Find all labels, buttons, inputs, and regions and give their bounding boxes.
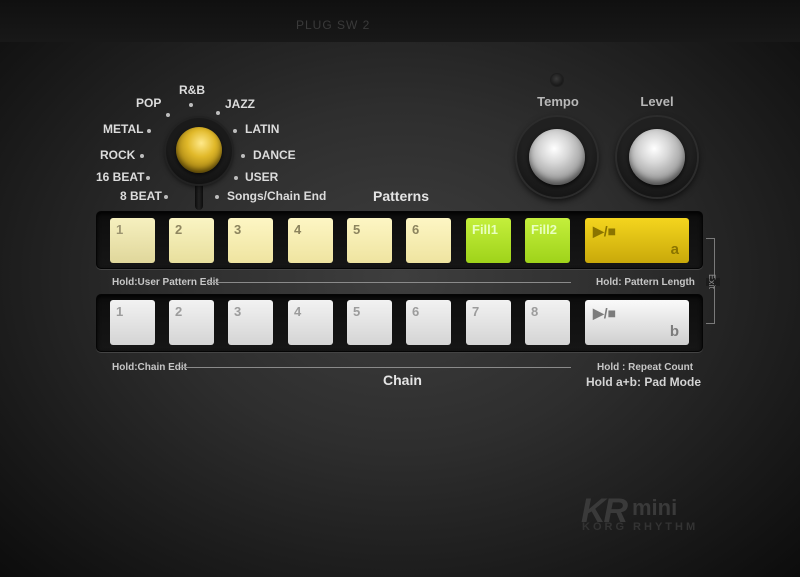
play-stop-icon: ▶/■ [593, 305, 617, 321]
hint-line [207, 282, 571, 283]
genre-label-rnb[interactable]: R&B [179, 83, 205, 97]
genre-label-8-beat[interactable]: 8 BEAT [120, 189, 162, 203]
genre-label-user[interactable]: USER [245, 170, 278, 184]
top-bar-text: PLUG SW 2 [296, 18, 371, 32]
level-knob[interactable] [629, 129, 685, 185]
genre-label-latin[interactable]: LATIN [245, 122, 279, 136]
genre-label-16-beat[interactable]: 16 BEAT [96, 170, 144, 184]
pattern-pad-6[interactable]: 6 [406, 218, 451, 263]
genre-label-pop[interactable]: POP [136, 96, 161, 110]
pattern-pad-5[interactable]: 5 [347, 218, 392, 263]
genre-dot [189, 103, 193, 107]
pattern-pad-3[interactable]: 3 [228, 218, 273, 263]
chain-pad-6[interactable]: 6 [406, 300, 451, 345]
play-stop-button-b[interactable]: ▶/■ b [585, 300, 689, 345]
genre-knob[interactable] [176, 127, 222, 173]
level-label: Level [640, 94, 674, 109]
genre-dot [146, 176, 150, 180]
hint-line [180, 367, 571, 368]
play-letter-b: b [669, 323, 679, 340]
chain-pad-2[interactable]: 2 [169, 300, 214, 345]
play-letter-a: a [670, 241, 679, 258]
exit-label: Exit [707, 274, 717, 290]
genre-dot [241, 154, 245, 158]
tempo-led-indicator [551, 74, 563, 86]
chain-pad-7[interactable]: 7 [466, 300, 511, 345]
hint-chain-edit: Hold:Chain Edit [112, 362, 187, 373]
genre-dot [166, 113, 170, 117]
genre-label-metal[interactable]: METAL [103, 122, 143, 136]
play-stop-icon: ▶/■ [593, 223, 617, 239]
hint-pad-mode: Hold a+b: Pad Mode [586, 375, 702, 389]
tempo-label: Tempo [537, 94, 579, 109]
genre-dot [140, 154, 144, 158]
genre-dot [216, 111, 220, 115]
pattern-pad-1[interactable]: 1 [110, 218, 155, 263]
pattern-pad-fill2[interactable]: Fill2 [525, 218, 570, 263]
genre-label-dance[interactable]: DANCE [253, 148, 296, 162]
genre-knob-pointer [195, 182, 203, 210]
chain-pad-5[interactable]: 5 [347, 300, 392, 345]
pattern-pad-4[interactable]: 4 [288, 218, 333, 263]
hint-user-pattern-edit: Hold:User Pattern Edit [112, 277, 219, 288]
pattern-pad-fill1[interactable]: Fill1 [466, 218, 511, 263]
kr-logo-mini: mini [632, 495, 678, 520]
genre-label-rock[interactable]: ROCK [100, 148, 135, 162]
genre-dot [164, 195, 168, 199]
pattern-pad-2[interactable]: 2 [169, 218, 214, 263]
chain-pad-4[interactable]: 4 [288, 300, 333, 345]
genre-dot [233, 129, 237, 133]
chain-title: Chain [383, 372, 422, 388]
genre-label-jazz[interactable]: JAZZ [225, 97, 255, 111]
genre-dot [234, 176, 238, 180]
patterns-title: Patterns [373, 188, 430, 204]
top-bar [0, 0, 800, 42]
chain-pad-1[interactable]: 1 [110, 300, 155, 345]
genre-label-songs-chain-end[interactable]: Songs/Chain End [227, 189, 326, 203]
korg-rhythm-logo-text: KORG RHYTHM [582, 521, 699, 533]
chain-pad-3[interactable]: 3 [228, 300, 273, 345]
genre-dot [215, 195, 219, 199]
play-stop-button-a[interactable]: ▶/■ a [585, 218, 689, 263]
genre-dot [147, 129, 151, 133]
hint-repeat-count: Hold : Repeat Count [597, 362, 694, 373]
tempo-knob[interactable] [529, 129, 585, 185]
chain-pad-8[interactable]: 8 [525, 300, 570, 345]
hint-pattern-length: Hold: Pattern Length [596, 277, 695, 288]
